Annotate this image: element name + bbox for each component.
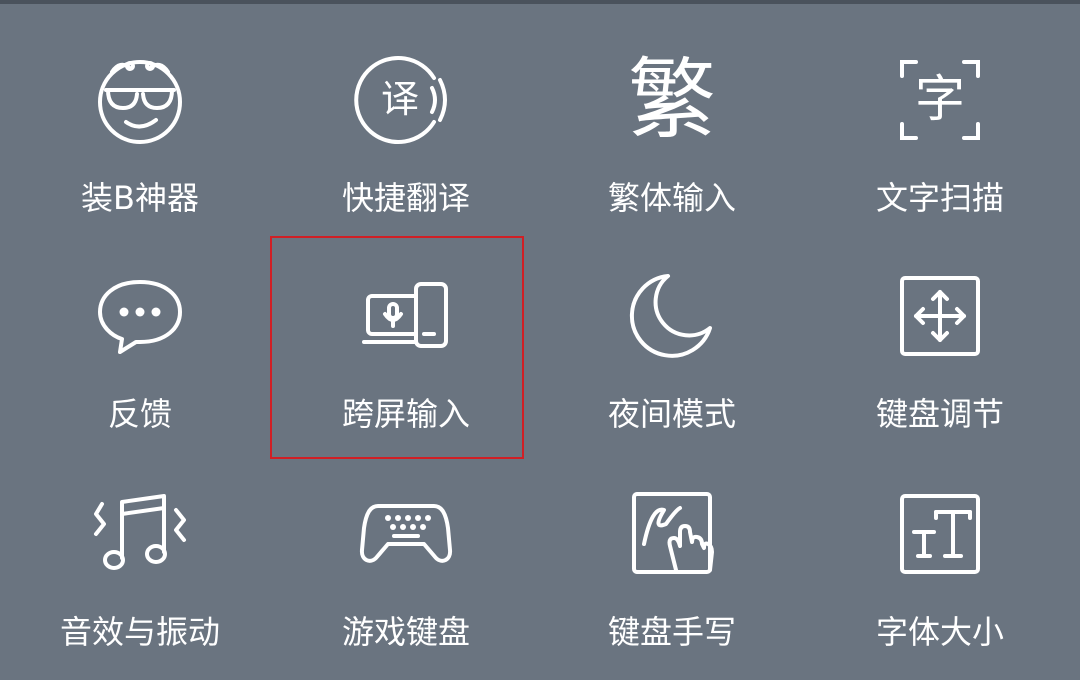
tool-label: 字体大小 <box>875 613 1004 651</box>
tool-label: 反馈 <box>107 395 172 433</box>
tool-text-scan[interactable]: 字 文字扫描 <box>820 52 1060 262</box>
tool-zhuangb[interactable]: 装B神器 <box>20 52 260 262</box>
toolbox-panel: 装B神器 译 快捷翻译 繁 繁体输入 字 文字扫描 反馈 跨屏输入 夜间模式 键… <box>0 0 1080 680</box>
font-size-icon <box>890 484 990 584</box>
highlight-box <box>270 236 524 459</box>
chat-bubble-icon <box>90 266 190 366</box>
tool-label: 文字扫描 <box>875 179 1004 217</box>
tool-label: 游戏键盘 <box>341 613 470 651</box>
moon-icon <box>622 266 722 366</box>
tool-night-mode[interactable]: 夜间模式 <box>552 268 792 478</box>
gamepad-icon <box>356 484 456 584</box>
tool-label: 音效与振动 <box>59 613 220 651</box>
tool-keyboard-adjust[interactable]: 键盘调节 <box>820 268 1060 478</box>
tool-font-size[interactable]: 字体大小 <box>820 486 1060 680</box>
top-divider <box>0 0 1080 4</box>
tool-label: 键盘手写 <box>607 613 736 651</box>
tool-traditional-input[interactable]: 繁 繁体输入 <box>552 52 792 262</box>
tool-sound-vibration[interactable]: 音效与振动 <box>20 486 260 680</box>
scan-glyph: 字 <box>915 70 965 128</box>
tool-label: 夜间模式 <box>607 395 736 433</box>
tool-handwriting[interactable]: 键盘手写 <box>552 486 792 680</box>
translate-glyph: 译 <box>381 77 419 121</box>
tool-label: 键盘调节 <box>875 395 1004 433</box>
resize-arrows-icon <box>890 266 990 366</box>
tool-label: 繁体输入 <box>607 179 736 217</box>
scan-text-icon: 字 <box>890 50 990 150</box>
traditional-char-icon: 繁 <box>627 48 717 151</box>
tool-label: 装B神器 <box>81 179 199 217</box>
tool-label: 快捷翻译 <box>341 179 470 217</box>
handwriting-icon <box>622 484 722 584</box>
sunglasses-face-icon <box>90 50 190 150</box>
music-vibration-icon <box>90 484 190 584</box>
tool-game-keyboard[interactable]: 游戏键盘 <box>286 486 526 680</box>
translate-voice-icon: 译 <box>354 50 456 150</box>
tool-quick-translate[interactable]: 译 快捷翻译 <box>286 52 526 262</box>
tool-feedback[interactable]: 反馈 <box>20 268 260 478</box>
